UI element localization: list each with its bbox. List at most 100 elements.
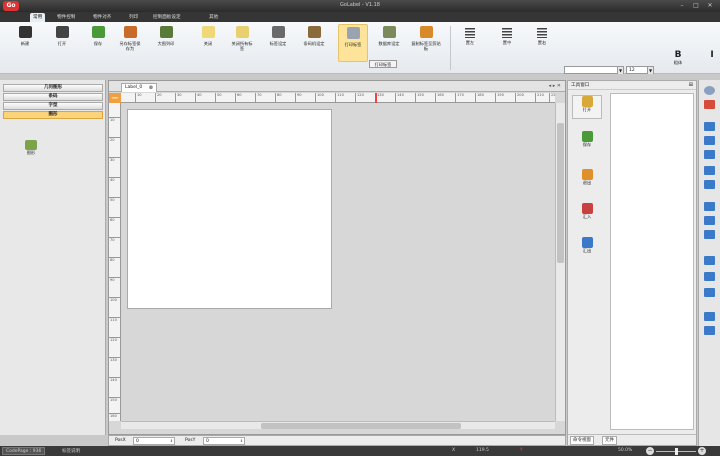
zoom-in-button[interactable]: + [698, 447, 706, 455]
copy-to-clipboard-button[interactable]: 复制标签至剪贴板 [410, 24, 442, 62]
zoom-level: 50.0% [618, 448, 633, 453]
align-left-button[interactable]: 置左 [460, 26, 480, 56]
ruler-tick: 60 [109, 217, 121, 222]
new-button[interactable]: 新建 [13, 24, 37, 62]
font-size-select[interactable]: 12 ▼ [626, 66, 654, 74]
align-right-button[interactable]: 置右 [532, 26, 552, 56]
close-all-labels-button[interactable]: 关闭所有标签 [230, 24, 254, 62]
save-button[interactable]: 保存 [86, 24, 110, 62]
database-settings-button[interactable]: 数据库设定 [374, 24, 404, 62]
tab-control-panel[interactable]: 控制面板设定 [150, 13, 184, 22]
font-family-select[interactable]: ▼ [564, 66, 624, 74]
space-vertical-icon[interactable] [704, 272, 715, 281]
ribbon-separator [450, 26, 451, 70]
tab-object-control[interactable]: 物件控制 [54, 13, 78, 22]
category-barcode[interactable]: 条码 [3, 93, 103, 101]
bold-button[interactable]: B 粗体 [670, 50, 686, 72]
save-as-button[interactable]: 另存标签保存为 [118, 24, 142, 62]
ruler-tick: 50 [215, 93, 222, 103]
tab-object-align[interactable]: 物件对齐 [90, 13, 114, 22]
ruler-tick: 140 [395, 93, 404, 103]
color-icon[interactable] [704, 100, 715, 109]
zoom-slider-thumb[interactable] [675, 448, 678, 455]
align-right-edge-icon[interactable] [704, 150, 715, 159]
ruler-unit: mm [109, 93, 121, 103]
document-tab[interactable]: Label_0 ⊗ [121, 83, 157, 92]
stepper-icon[interactable]: ⇕ [169, 438, 174, 445]
chevron-down-icon[interactable]: ▼ [647, 67, 653, 74]
align-center-button[interactable]: 置中 [497, 26, 517, 56]
tab-other[interactable]: 其他 [206, 13, 221, 22]
print-label-button[interactable]: 打印标签 [338, 24, 368, 62]
pin-icon[interactable]: ⊞ [689, 81, 693, 90]
ruler-cursor-marker [375, 93, 377, 103]
tab-print[interactable]: 列印 [126, 13, 141, 22]
zoom-out-button[interactable]: − [646, 447, 654, 455]
category-picture[interactable]: 图形 [3, 111, 103, 119]
category-font[interactable]: 字型 [3, 102, 103, 110]
scroll-thumb[interactable] [261, 423, 461, 429]
label-canvas[interactable] [127, 109, 332, 309]
tool-exit-button[interactable]: 退出 [572, 169, 602, 193]
ruler-tick: 100 [315, 93, 324, 103]
same-width-icon[interactable] [704, 166, 715, 175]
ruler-tick: 150 [109, 397, 121, 402]
scroll-thumb[interactable] [557, 123, 564, 263]
center-v-icon[interactable] [704, 326, 715, 335]
open-icon [581, 96, 593, 107]
align-v-center-icon[interactable] [704, 216, 715, 225]
ruler-tick: 50 [109, 197, 121, 202]
y-coord-label: Y [520, 448, 523, 453]
ribbon: 新建 打开 保存 另存标签保存为 大图列印 关闭 关闭所有标签 标签设定 条码机… [0, 22, 720, 74]
space-horizontal-icon[interactable] [704, 256, 715, 265]
center-h-icon[interactable] [704, 312, 715, 321]
align-toolbar [698, 80, 720, 446]
picture-tool[interactable]: 图形 [20, 140, 42, 166]
vertical-scrollbar[interactable] [555, 103, 565, 421]
posy-input[interactable]: 0 ⇕ [203, 437, 245, 445]
align-bottom-icon[interactable] [704, 230, 715, 239]
label-settings-icon [271, 26, 285, 38]
tab-nav-arrows-icon[interactable]: ◂ ▸ ✕ [549, 83, 561, 89]
large-print-button[interactable]: 大图列印 [154, 24, 178, 62]
globe-icon[interactable] [704, 86, 715, 95]
window-title: GoLabel - V1.18 [340, 2, 380, 8]
tool-save-button[interactable]: 保存 [572, 131, 602, 155]
horizontal-scrollbar[interactable] [121, 421, 555, 429]
tool-open-button[interactable]: 打开 [572, 95, 602, 119]
tab-components[interactable]: 元件 [602, 436, 617, 445]
save-as-icon [123, 26, 137, 38]
minimize-icon[interactable]: – [676, 2, 688, 10]
vertical-ruler: 10 20 30 40 50 60 70 80 90 100 110 120 1… [109, 103, 121, 421]
chevron-down-icon[interactable]: ▼ [617, 67, 623, 74]
printer-settings-button[interactable]: 条码机设定 [302, 24, 326, 62]
ruler-tick: 160 [109, 413, 121, 418]
italic-button[interactable]: I [705, 50, 719, 70]
stepper-icon[interactable]: ⇕ [239, 438, 244, 445]
ruler-tick: 30 [175, 93, 182, 103]
tab-common[interactable]: 常用 [30, 13, 46, 22]
label-settings-button[interactable]: 标签设定 [266, 24, 290, 62]
align-top-icon[interactable] [704, 202, 715, 211]
tab-command-window[interactable]: 命令视窗 [570, 436, 594, 445]
ruler-tick: 80 [109, 257, 121, 262]
tool-import-button[interactable]: 汇入 [572, 203, 602, 227]
distribute-icon[interactable] [704, 288, 715, 297]
close-icon[interactable]: ✕ [704, 2, 716, 10]
close-tab-icon[interactable]: ⊗ [149, 84, 153, 92]
align-right-icon [537, 28, 547, 38]
posx-input[interactable]: 0 ⇕ [133, 437, 175, 445]
align-left-edge-icon[interactable] [704, 122, 715, 131]
posx-label: PosX [115, 438, 126, 443]
x-coord-value: 119.5 [476, 448, 489, 453]
ruler-tick: 40 [109, 177, 121, 182]
align-h-center-icon[interactable] [704, 136, 715, 145]
same-height-icon[interactable] [704, 180, 715, 189]
tool-export-button[interactable]: 汇出 [572, 237, 602, 261]
category-shapes[interactable]: 几何图形 [3, 84, 103, 92]
ruler-tick: 190 [495, 93, 504, 103]
close-label-button[interactable]: 关闭 [196, 24, 220, 62]
title-bar: Go GoLabel - V1.18 – □ ✕ [0, 0, 720, 12]
maximize-icon[interactable]: □ [690, 2, 702, 10]
open-button[interactable]: 打开 [50, 24, 74, 62]
